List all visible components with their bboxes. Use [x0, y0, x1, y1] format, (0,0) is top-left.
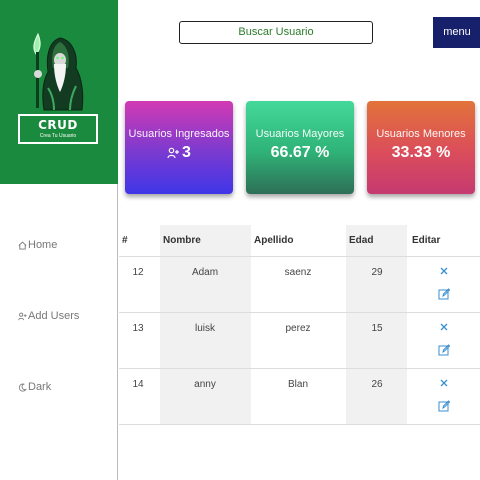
cell-id: 12 [132, 267, 144, 278]
logo-subtitle: Crea Tu Usuario [39, 133, 77, 139]
card-value: 33.33 % [391, 144, 451, 161]
menu-button[interactable]: menu [433, 17, 480, 48]
mascot-logo-icon [33, 32, 84, 111]
edit-icon[interactable] [438, 288, 450, 300]
card-users-minor: Usuarios Menores 33.33 % [367, 101, 475, 194]
cell-nombre: luisk [194, 323, 215, 334]
sidebar: CRUD Crea Tu Usuario Home Add Users Dark [0, 0, 118, 480]
cell-apellido: perez [285, 323, 311, 334]
header-edad: Edad [349, 235, 374, 246]
cell-apellido: Blan [287, 379, 308, 390]
search-button[interactable]: Buscar Usuario [179, 21, 373, 44]
divider [119, 368, 480, 369]
nav-label-dark: Dark [28, 381, 52, 393]
logo-badge: CRUD Crea Tu Usuario [18, 114, 98, 144]
header-editar: Editar [412, 235, 441, 246]
header-id: # [122, 235, 128, 246]
divider [119, 256, 480, 257]
card-title: Usuarios Ingresados [128, 128, 230, 140]
add-user-icon [167, 147, 180, 159]
nav-label-add-users: Add Users [28, 310, 80, 322]
card-value: 66.67 % [270, 144, 330, 161]
divider [119, 312, 480, 313]
nav-item-home[interactable]: Home [18, 239, 57, 251]
cell-edad: 26 [371, 379, 383, 390]
card-users-adult: Usuarios Mayores 66.67 % [246, 101, 354, 194]
close-icon[interactable] [438, 265, 450, 277]
cell-nombre: Adam [191, 267, 219, 278]
card-title: Usuarios Mayores [255, 128, 345, 140]
home-icon [18, 240, 27, 250]
nav-item-add-users[interactable]: Add Users [18, 310, 79, 322]
cell-edad: 29 [371, 267, 383, 278]
close-icon[interactable] [438, 321, 450, 333]
cell-id: 14 [132, 379, 144, 390]
cell-edad: 15 [371, 323, 383, 334]
edit-icon[interactable] [438, 400, 450, 412]
logo-title: CRUD [38, 118, 78, 132]
nav-label-home: Home [28, 239, 58, 251]
divider [119, 424, 480, 425]
moon-icon [18, 383, 27, 391]
header-nombre: Nombre [163, 235, 201, 246]
cell-apellido: saenz [284, 267, 312, 278]
cell-nombre: anny [194, 379, 216, 390]
card-value: 3 [182, 144, 191, 161]
brand-panel: CRUD Crea Tu Usuario [0, 0, 118, 184]
cell-id: 13 [132, 323, 144, 334]
close-icon[interactable] [438, 377, 450, 389]
edit-icon[interactable] [438, 344, 450, 356]
card-title: Usuarios Menores [376, 128, 466, 140]
card-users-registered: Usuarios Ingresados 3 [125, 101, 233, 194]
nav-item-dark[interactable]: Dark [18, 381, 51, 393]
header-apellido: Apellido [254, 235, 294, 246]
add-user-icon [18, 312, 27, 320]
